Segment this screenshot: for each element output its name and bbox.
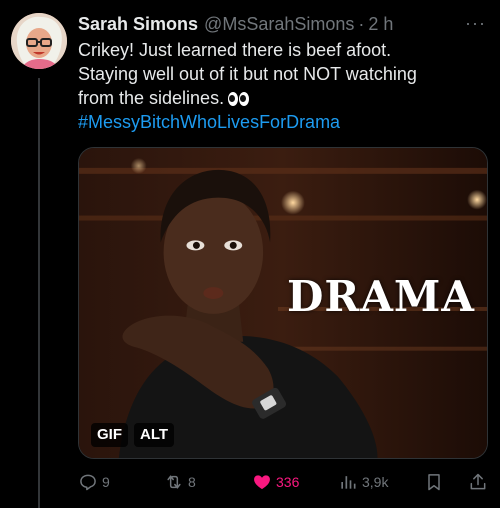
more-options-icon[interactable]: ···: [465, 13, 486, 34]
hashtag-link[interactable]: #MessyBitchWhoLivesForDrama: [78, 110, 488, 134]
drama-overlay-text: DRAMA: [287, 272, 475, 321]
eyes-emoji-icon: [228, 92, 250, 106]
like-count: 336: [276, 474, 300, 490]
reply-count: 9: [102, 474, 110, 490]
author-name[interactable]: Sarah Simons: [78, 14, 198, 35]
gif-media[interactable]: DRAMA GIF ALT: [78, 147, 488, 459]
repost-count: 8: [188, 474, 196, 490]
action-bar: 9 8 336 3,9k: [78, 470, 490, 494]
tweet-line-2: Staying well out of it but not NOT watch…: [78, 64, 417, 84]
tweet-line-1: Crikey! Just learned there is beef afoot…: [78, 40, 392, 60]
share-button[interactable]: [468, 470, 488, 494]
tweet-text: Crikey! Just learned there is beef afoot…: [78, 38, 488, 134]
bookmark-button[interactable]: [424, 470, 444, 494]
media-badges: GIF ALT: [91, 423, 175, 447]
heart-filled-icon: [254, 475, 270, 490]
share-icon: [470, 473, 486, 490]
views-count: 3,9k: [362, 474, 389, 490]
thread-line: [38, 78, 40, 508]
reply-button[interactable]: 9: [78, 470, 110, 494]
tweet[interactable]: Sarah Simons @MsSarahSimons · 2 h ··· Cr…: [0, 0, 500, 508]
tweet-line-3-row: from the sidelines.: [78, 86, 488, 110]
repost-icon: [167, 475, 181, 489]
tweet-line-3: from the sidelines.: [78, 88, 225, 108]
reply-icon: [80, 474, 96, 491]
views-button[interactable]: 3,9k: [338, 470, 388, 494]
views-chart-icon: [341, 476, 356, 489]
gif-badge: GIF: [91, 423, 128, 447]
timestamp[interactable]: 2 h: [368, 14, 393, 35]
bookmark-icon: [428, 474, 440, 491]
tweet-header: Sarah Simons @MsSarahSimons · 2 h ···: [78, 11, 486, 37]
avatar[interactable]: [11, 13, 67, 69]
alt-badge[interactable]: ALT: [134, 423, 175, 447]
repost-button[interactable]: 8: [164, 470, 196, 494]
like-button[interactable]: 336: [252, 470, 299, 494]
separator-dot: ·: [358, 13, 365, 34]
author-handle[interactable]: @MsSarahSimons: [204, 14, 354, 35]
